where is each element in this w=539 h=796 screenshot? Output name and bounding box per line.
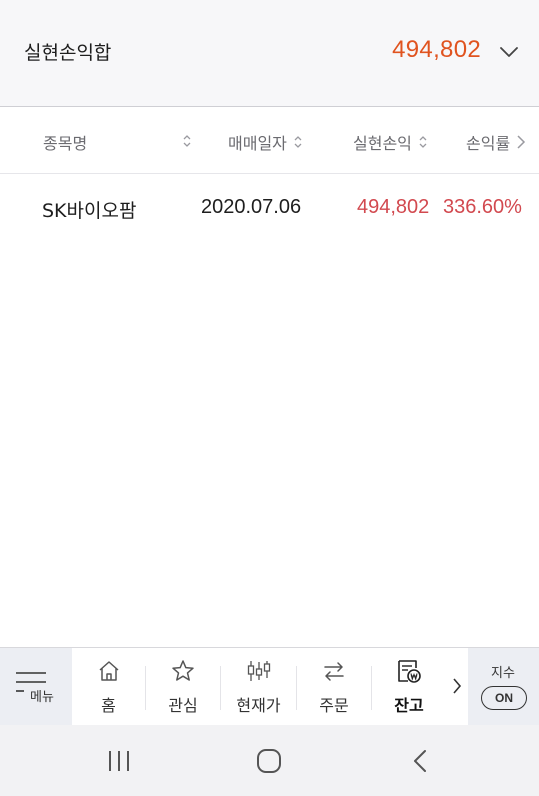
star-icon bbox=[172, 660, 194, 681]
summary-label: 실현손익합 bbox=[24, 42, 112, 64]
table-header: 종목명 매매일자 실현손익 손익률 bbox=[0, 108, 539, 174]
chevron-right-icon bbox=[517, 135, 526, 149]
table-row[interactable]: SK바이오팜 2020.07.06 494,802 336.60% bbox=[0, 174, 539, 240]
system-navigation-bar bbox=[0, 725, 539, 796]
cell-stock-name: SK바이오팜 bbox=[42, 200, 137, 222]
header-date[interactable]: 매매일자 bbox=[228, 130, 303, 154]
tab-order[interactable]: 주문 bbox=[297, 648, 371, 726]
home-icon bbox=[99, 661, 118, 681]
summary-value: 494,802 bbox=[392, 36, 481, 63]
header-realized[interactable]: 실현손익 bbox=[353, 130, 428, 154]
candlestick-icon bbox=[247, 661, 270, 681]
back-icon[interactable] bbox=[406, 747, 436, 775]
sort-icon[interactable] bbox=[182, 134, 192, 148]
menu-button[interactable]: 메뉴 bbox=[0, 648, 72, 726]
swap-arrows-icon bbox=[324, 662, 344, 681]
realized-summary-bar[interactable]: 실현손익합 494,802 bbox=[0, 0, 539, 107]
header-rate[interactable]: 손익률 bbox=[466, 130, 526, 154]
index-label: 지수 bbox=[491, 666, 515, 681]
chevron-right-icon[interactable] bbox=[450, 676, 464, 696]
header-name[interactable]: 종목명 bbox=[43, 130, 87, 154]
balance-doc-icon bbox=[398, 660, 421, 683]
sort-icon bbox=[294, 136, 302, 148]
menu-label: 메뉴 bbox=[30, 690, 54, 705]
tab-home[interactable]: 홈 bbox=[72, 648, 145, 726]
cell-trade-date: 2020.07.06 bbox=[201, 196, 302, 218]
index-toggle[interactable]: ON bbox=[481, 686, 527, 710]
recent-apps-icon[interactable] bbox=[104, 747, 134, 775]
sort-icon bbox=[419, 136, 427, 148]
tab-watchlist[interactable]: 관심 bbox=[146, 648, 220, 726]
chevron-down-icon[interactable] bbox=[499, 42, 519, 62]
tab-balance[interactable]: 잔고 bbox=[372, 648, 446, 726]
home-circle-icon[interactable] bbox=[254, 747, 284, 775]
cell-realized-profit: 494,802 bbox=[357, 196, 430, 218]
index-panel: 지수 ON bbox=[468, 648, 539, 726]
bottom-tab-bar: 메뉴 홈 관심 현재가 주문 잔고 지수 ON bbox=[0, 647, 539, 726]
cell-profit-rate: 336.60% bbox=[443, 196, 522, 218]
tab-current-price[interactable]: 현재가 bbox=[221, 648, 296, 726]
